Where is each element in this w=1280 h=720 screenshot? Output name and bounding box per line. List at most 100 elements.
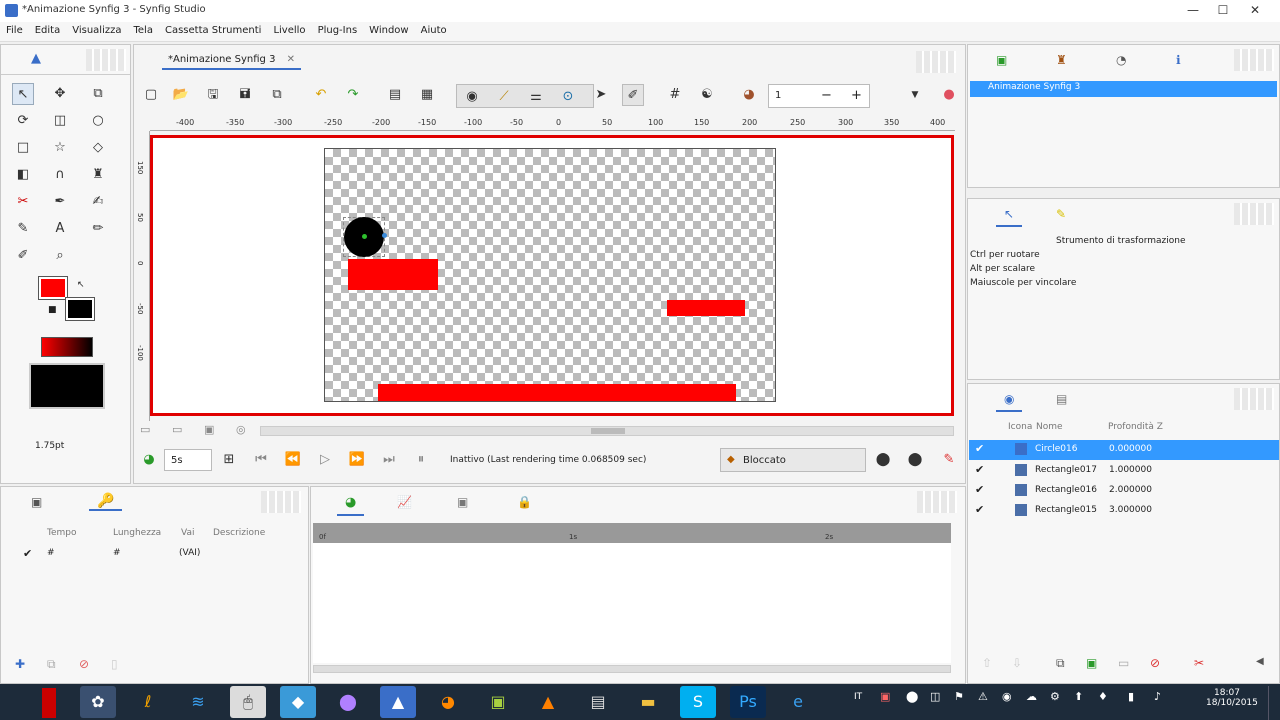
save-icon[interactable]: 🖫 [202,84,224,106]
panel-grip[interactable] [916,51,956,73]
eyedropper-tool-icon[interactable]: ✎ [12,218,34,240]
raise-layer-icon[interactable]: ⇧ [982,656,992,670]
panel-grip[interactable] [1234,203,1274,225]
swap-colors-icon[interactable]: ↖ [77,280,85,290]
explorer-icon[interactable]: ▬ [630,686,666,718]
smooth-move-tool-icon[interactable]: ✥ [49,83,71,105]
circle-radius-handle[interactable] [382,233,387,238]
end-time-icon[interactable]: ⏸ [410,449,432,471]
column-header-name[interactable]: Nome [1036,422,1063,432]
future-keyframes-icon[interactable]: ⬤ [904,449,926,471]
menu-file[interactable]: File [0,22,29,39]
duplicate-keyframe-icon[interactable]: ⧉ [47,657,56,672]
volume-icon[interactable]: ♪ [1154,690,1161,703]
curves-tab-icon[interactable]: 📈 [397,495,412,509]
scrollbar-thumb[interactable] [591,428,625,434]
layer-name[interactable]: Rectangle017 [1035,465,1097,475]
keyframe-time[interactable]: # [47,548,55,558]
close-button[interactable]: ✕ [1242,0,1268,20]
redo-icon[interactable]: ↷ [342,84,364,106]
seek-end-icon[interactable]: ⏭ [378,449,400,471]
taskbar-app-icon[interactable]: 🖱 [230,686,266,718]
animate-mode-icon[interactable]: ✎ [938,449,960,471]
taskbar-app-icon[interactable]: ⬤ [330,686,366,718]
cut-layer-icon[interactable]: ✂ [1194,656,1204,670]
vlc-icon[interactable]: ▲ [530,686,566,718]
star-tool-icon[interactable]: ☆ [49,137,71,159]
params-tab-icon[interactable]: ▣ [31,495,42,509]
radius-handles-icon[interactable]: ⊙ [557,86,579,108]
prev-keyframe-icon[interactable]: ⏪ [282,449,304,471]
frame-value[interactable]: 1 [775,90,781,101]
firefox-icon[interactable]: ◕ [430,686,466,718]
menu-view[interactable]: Visualizza [66,22,127,39]
play-icon[interactable]: ▷ [314,449,336,471]
time-value[interactable]: 5s [171,455,183,466]
seek-begin-icon[interactable]: ⏮ [250,449,272,471]
panel-grip[interactable] [1234,49,1274,71]
history-tab-icon[interactable]: ✎ [1056,207,1066,221]
grid-toggle-icon[interactable]: # [664,84,686,106]
keyframes-tab-icon[interactable]: 🔑 [89,493,123,511]
rotate-tool-icon[interactable]: ⟳ [12,110,34,132]
more-options-icon[interactable]: ◀ [1256,656,1264,667]
timetrack-area[interactable] [313,543,951,663]
tray-icon[interactable]: ⬤ [906,690,918,703]
show-desktop-button[interactable] [1268,686,1280,720]
sets-tab-icon[interactable]: ▤ [1056,392,1067,406]
time-ruler[interactable]: 0f 1s 2s [313,523,951,543]
layer-row[interactable]: ✔ Rectangle016 2.000000 [969,481,1279,501]
new-file-icon[interactable]: ▢ [140,84,162,106]
keyframe-length[interactable]: # [113,548,121,558]
layer-row[interactable]: ✔ Rectangle017 1.000000 [969,461,1279,481]
clock[interactable]: 18:07 18/10/2015 [1206,688,1258,708]
column-header-time[interactable]: Tempo [47,528,77,538]
width-tool-icon[interactable]: ✏ [87,218,109,240]
tray-icon[interactable]: ⚠ [978,690,988,703]
spline-tool-icon[interactable]: ∩ [49,164,71,186]
play-bounds-icon[interactable]: ◎ [236,423,246,436]
photoshop-icon[interactable]: Ps [730,686,766,718]
column-header-icon[interactable]: Icona [1008,422,1032,432]
add-keyframe-icon[interactable]: ✚ [15,657,25,671]
increment-button[interactable]: + [851,88,862,103]
language-indicator[interactable]: IT [854,692,862,702]
layer-name[interactable]: Circle016 [1035,444,1077,454]
past-keyframes-icon[interactable]: ⬤ [872,449,894,471]
keyframe-jump[interactable]: (VAI) [179,548,200,558]
panel-grip[interactable] [917,491,957,513]
tray-icon[interactable]: ♦ [1098,690,1108,703]
layer-active-checkbox[interactable]: ✔ [975,503,984,516]
skype-icon[interactable]: S [680,686,716,718]
lock-keyframe-dropdown[interactable]: ◆ Bloccato [720,448,866,472]
tray-icon[interactable]: ⚑ [954,690,964,703]
menu-canvas[interactable]: Tela [128,22,159,39]
outline-color-swatch[interactable] [38,276,68,300]
polygon-tool-icon[interactable]: ◇ [87,137,109,159]
tray-icon[interactable]: ⬆ [1074,690,1083,703]
remove-keyframe-icon[interactable]: ⊘ [79,657,89,671]
rectangle015-shape[interactable] [378,384,736,401]
rectangle016-shape[interactable] [667,300,745,316]
info-tab-icon[interactable]: ℹ [1176,53,1181,67]
navigator-tab-icon[interactable]: ◔ [1116,53,1126,67]
circle-origin-handle[interactable] [362,234,367,239]
keyframe-properties-icon[interactable]: ▯ [111,657,118,671]
panel-grip[interactable] [1234,388,1274,410]
delete-layer-icon[interactable]: ⊘ [1150,656,1160,670]
animation-toggle-icon[interactable]: ◕ [138,449,160,471]
toolbox-tab-icon[interactable]: ▲ [31,51,41,66]
sound-tab-icon[interactable]: 🔒 [517,495,532,509]
layer-active-checkbox[interactable]: ✔ [975,463,984,476]
maximize-button[interactable]: ☐ [1210,0,1236,20]
tray-icon[interactable]: ⚙ [1050,690,1060,703]
transform-tool-icon[interactable]: ↖ [12,83,34,105]
animation-mode-icon[interactable]: ● [938,84,960,106]
position-handles-icon[interactable]: ◉ [461,86,483,108]
layer-active-checkbox[interactable]: ✔ [975,442,984,455]
duplicate-layer-icon[interactable]: ⧉ [1056,656,1065,671]
minimize-button[interactable]: — [1180,0,1206,20]
mirror-tool-icon[interactable]: ◫ [49,110,71,132]
cut-tool-icon[interactable]: ✂ [12,191,34,213]
layer-row[interactable]: ✔ Circle016 0.000000 [969,440,1279,460]
